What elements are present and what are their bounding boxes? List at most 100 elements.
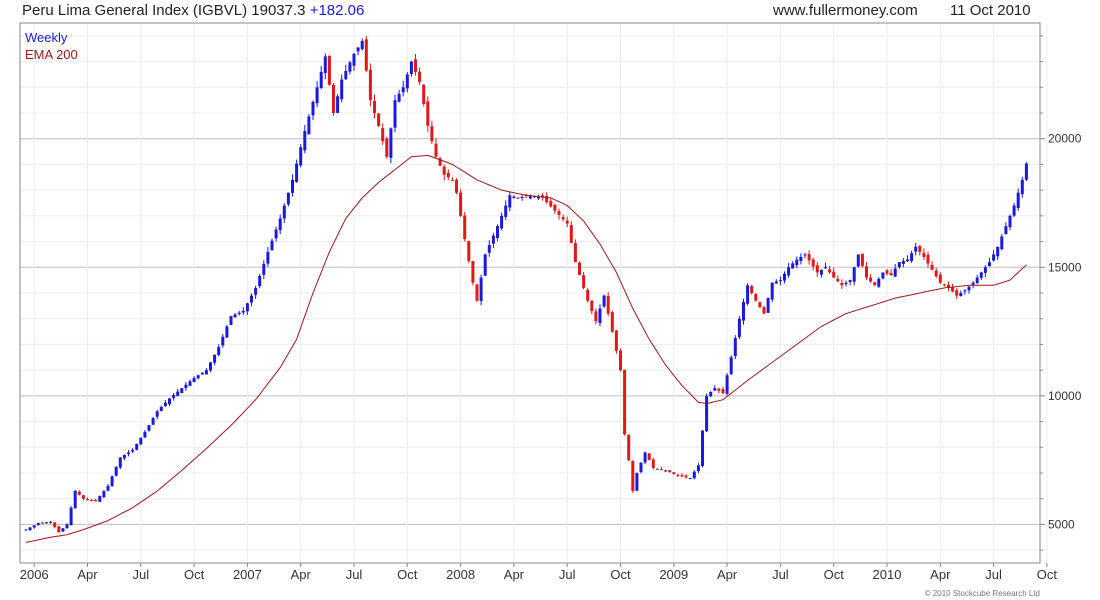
candle-body — [159, 407, 163, 412]
candle-body — [254, 287, 258, 295]
candle-body — [98, 496, 102, 502]
candle-body — [323, 56, 327, 73]
candle-body — [491, 235, 495, 244]
x-tick-label: Apr — [77, 567, 98, 582]
candle-body — [1016, 192, 1020, 209]
candle-body — [467, 240, 471, 261]
candle-body — [655, 468, 659, 470]
candle-body — [778, 280, 782, 282]
candle-body — [90, 500, 94, 502]
candle-body — [586, 289, 590, 301]
candle-body — [996, 246, 1000, 257]
candle-body — [446, 172, 450, 178]
candle-body — [327, 55, 331, 85]
candle-body — [360, 41, 364, 50]
candle-body — [332, 84, 335, 113]
candle-body — [40, 522, 44, 524]
candle-body — [918, 245, 922, 252]
candle-body — [516, 197, 520, 199]
candle-body — [647, 453, 651, 461]
candle-body — [73, 491, 77, 509]
candle-body — [750, 285, 754, 293]
candle-body — [155, 411, 159, 417]
x-tick-label: 2009 — [659, 567, 688, 582]
x-tick-label: Apr — [291, 567, 312, 582]
candle-body — [102, 491, 106, 498]
candle-body — [200, 372, 204, 375]
candle-body — [229, 316, 233, 325]
candle-body — [676, 474, 680, 476]
candle-body — [573, 243, 577, 263]
candle-body — [901, 260, 905, 264]
candle-body — [766, 298, 770, 313]
candle-body — [582, 275, 586, 288]
candle-body — [852, 267, 856, 282]
candle-body — [799, 257, 803, 262]
candle-body — [442, 166, 446, 175]
candle-body — [295, 163, 299, 182]
candle-body — [770, 282, 774, 300]
candle-body — [549, 200, 553, 207]
candle-body — [783, 273, 786, 281]
candle-body — [471, 261, 475, 283]
candle-body — [983, 267, 987, 273]
candle-body — [881, 272, 885, 279]
candle-body — [938, 274, 942, 283]
candle-body — [836, 278, 840, 282]
candle-body — [1020, 179, 1024, 195]
x-tick-label: 2007 — [233, 567, 262, 582]
candle-body — [754, 294, 758, 301]
candle-body — [184, 384, 188, 389]
candle-body — [877, 278, 881, 287]
candle-body — [36, 523, 40, 526]
candle-body — [233, 314, 237, 318]
candle-body — [635, 473, 639, 491]
candle-body — [774, 281, 778, 284]
candle-body — [45, 522, 48, 524]
candle-body — [221, 336, 225, 346]
candle-body — [344, 71, 348, 80]
candle-body — [475, 284, 479, 301]
candle-body — [955, 290, 959, 296]
candle-body — [688, 478, 692, 480]
candle-body — [742, 302, 745, 321]
candle-body — [614, 330, 618, 351]
candle-body — [405, 74, 409, 89]
candle-body — [311, 101, 315, 116]
candle-body — [811, 259, 815, 267]
candle-body — [873, 282, 877, 286]
candle-body — [53, 522, 57, 527]
candle-body — [602, 295, 606, 307]
candle-body — [122, 455, 126, 459]
candle-body — [1008, 215, 1012, 228]
candle-body — [619, 350, 622, 371]
candle-body — [594, 311, 598, 322]
x-tick-label: Apr — [504, 567, 525, 582]
candle-body — [500, 215, 504, 229]
copyright-label: © 2010 Stockcube Research Ltd — [924, 589, 1040, 598]
candle-body — [819, 269, 823, 275]
candle-body — [168, 398, 171, 405]
candle-body — [705, 395, 709, 432]
candle-body — [364, 39, 368, 71]
candle-body — [315, 87, 319, 104]
candle-body — [401, 87, 405, 93]
candle-body — [209, 362, 212, 371]
candle-body — [824, 267, 827, 269]
candle-body — [992, 254, 996, 261]
candle-body — [192, 377, 196, 383]
candle-body — [988, 262, 991, 267]
x-tick-label: Oct — [610, 567, 631, 582]
x-tick-label: Jul — [559, 567, 576, 582]
candle-body — [455, 179, 458, 193]
candle-body — [512, 196, 516, 198]
candle-body — [69, 507, 73, 526]
candle-body — [762, 307, 766, 314]
candle-body — [934, 270, 938, 277]
x-axis: 2006 Apr Jul Oct 2007 Apr Jul Oct 2008 Apr Jul Oct 2… — [20, 563, 1057, 582]
candle-body — [393, 100, 397, 128]
candle-body — [787, 267, 791, 276]
candle-body — [561, 217, 565, 220]
candle-body — [381, 128, 385, 142]
candle-body — [196, 375, 200, 379]
